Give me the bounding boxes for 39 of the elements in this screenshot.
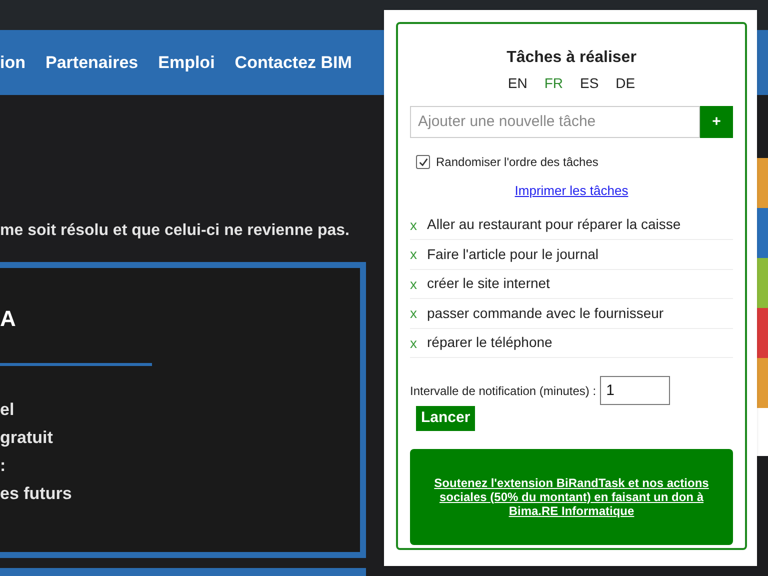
nav-link[interactable]: Contactez BIM — [234, 50, 352, 76]
side-tab[interactable] — [757, 308, 768, 358]
language-link[interactable]: ES — [580, 73, 599, 94]
card-list-item: el — [0, 399, 14, 421]
side-tab[interactable] — [757, 158, 768, 208]
nav-link[interactable]: Partenaires — [46, 50, 138, 76]
nav-link[interactable]: ion — [0, 50, 26, 76]
body-text: me soit résolu et que celui-ci ne revienne pas. — [0, 221, 350, 241]
delete-task-button[interactable]: x — [410, 247, 417, 262]
new-task-field[interactable]: Ajouter une nouvelle tâche — [410, 106, 700, 138]
print-link[interactable]: Imprimer les tâches — [514, 181, 628, 200]
card-heading: A — [0, 308, 17, 330]
popup-title: Tâches à réaliser — [506, 48, 638, 68]
delete-task-button[interactable]: x — [410, 306, 417, 320]
language-link[interactable]: EN — [508, 73, 528, 94]
task-text: Aller au restaurant pour réparer la caisse — [427, 215, 681, 234]
interval-label: Intervalle de notification (minutes) : — [410, 382, 596, 400]
add-button[interactable]: + — [700, 106, 733, 138]
start-button[interactable]: Lancer — [416, 406, 476, 430]
card-list-item: es futurs — [0, 483, 72, 505]
randomize-checkbox[interactable] — [416, 155, 430, 169]
language-link[interactable]: FR — [544, 73, 563, 94]
delete-task-button[interactable]: x — [410, 218, 417, 232]
nav-link[interactable]: Emploi — [158, 50, 215, 76]
side-tab[interactable] — [757, 258, 768, 308]
task-text: créer le site internet — [427, 274, 550, 294]
card-list-item: gratuit — [0, 427, 53, 449]
randomize-label: Randomiser l'ordre des tâches — [436, 154, 598, 171]
task-text: réparer le téléphone — [427, 333, 552, 352]
delete-task-button[interactable]: x — [410, 336, 417, 350]
task-text: Faire l'article pour le journal — [427, 244, 599, 264]
task-text: passer commande avec le fournisseur — [427, 304, 664, 323]
donate-link[interactable]: Soutenez l'extension BiRandTask et nos actions sociales (50% du montant) en faisant un don à Bima.RE Informatique — [418, 476, 725, 518]
interval-field[interactable]: 1 — [600, 376, 670, 405]
checkmark-icon — [418, 156, 428, 168]
card-list-item: : — [0, 455, 6, 477]
delete-task-button[interactable]: x — [410, 276, 417, 291]
language-link[interactable]: DE — [616, 73, 636, 94]
side-tab[interactable] — [757, 208, 768, 258]
